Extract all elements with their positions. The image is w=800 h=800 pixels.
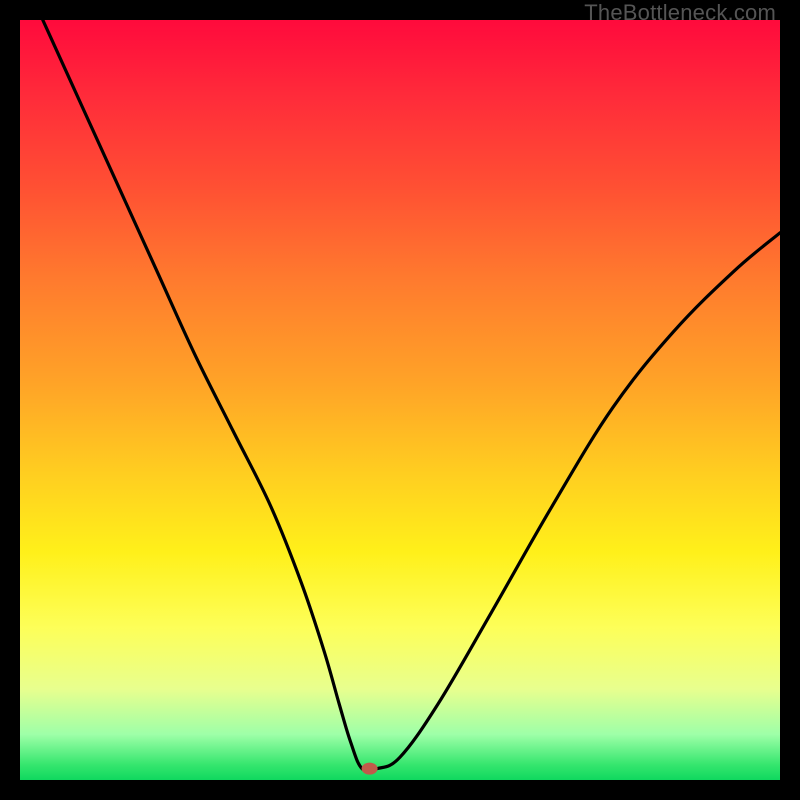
optimal-point-marker xyxy=(362,763,378,775)
curve-layer xyxy=(20,20,780,780)
chart-frame: TheBottleneck.com xyxy=(0,0,800,800)
plot-area xyxy=(20,20,780,780)
bottleneck-curve xyxy=(43,20,780,771)
